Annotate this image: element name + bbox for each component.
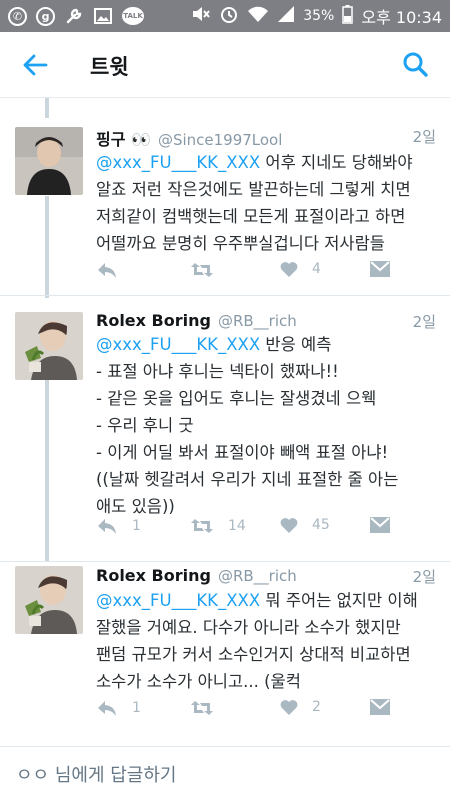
- user-handle[interactable]: @Since1997Lool: [158, 131, 282, 149]
- retweet-button[interactable]: [190, 699, 214, 717]
- envelope-icon: [370, 517, 390, 533]
- battery-percent: 35%: [303, 8, 335, 24]
- user-handle[interactable]: @RB__rich: [218, 312, 297, 330]
- reply-button[interactable]: 1: [96, 517, 141, 535]
- signal-icon: [277, 5, 295, 27]
- tweet-actions: 1 2: [96, 699, 440, 721]
- tweet-header: 핑구 👀 @Since1997Lool 2일: [96, 126, 436, 150]
- tweet[interactable]: 핑구 👀 @Since1997Lool 2일 @xxx_FU___KK_XXX …: [0, 99, 450, 296]
- like-button[interactable]: 45: [280, 517, 330, 533]
- mention-link[interactable]: @xxx_FU___KK_XXX: [96, 153, 260, 172]
- back-arrow-icon[interactable]: [22, 52, 48, 78]
- reply-composer[interactable]: ㅇㅇ 님에게 답글하기: [0, 746, 450, 800]
- system-icons: 35% 오후 10:34: [191, 0, 442, 32]
- envelope-icon: [370, 699, 390, 715]
- tweet[interactable]: Rolex Boring @RB__rich 2일 @xxx_FU___KK_X…: [0, 297, 450, 562]
- message-button[interactable]: [370, 699, 390, 715]
- reply-button[interactable]: [96, 261, 118, 279]
- retweet-button[interactable]: 14: [190, 517, 246, 535]
- search-icon[interactable]: [402, 51, 428, 77]
- like-button[interactable]: 4: [280, 261, 321, 277]
- reply-icon: [98, 519, 116, 534]
- page-title: 트윗: [90, 55, 129, 79]
- wifi-icon: [247, 5, 269, 27]
- clock: 오후 10:34: [361, 8, 442, 27]
- timestamp[interactable]: 2일: [413, 566, 436, 587]
- wrench-icon: [64, 6, 84, 26]
- tweet-actions: 1 14 45: [96, 517, 440, 539]
- retweet-count: 14: [228, 518, 246, 534]
- talk-icon: TALK: [122, 7, 144, 25]
- message-button[interactable]: [370, 517, 390, 533]
- battery-icon: [342, 4, 354, 28]
- message-button[interactable]: [370, 261, 390, 277]
- tweet-header: Rolex Boring @RB__rich 2일: [96, 566, 436, 587]
- like-button[interactable]: 2: [280, 699, 321, 715]
- retweet-button[interactable]: [190, 261, 214, 279]
- mute-icon: [191, 5, 211, 27]
- tweet-text: @xxx_FU___KK_XXX 뭐 주어는 없지만 이해 잘했을 거예요. 다…: [96, 591, 418, 691]
- tweet-text: @xxx_FU___KK_XXX 어후 지네도 당해봐야 알죠 저런 작은것에도…: [96, 153, 413, 253]
- mention-link[interactable]: @xxx_FU___KK_XXX: [96, 591, 260, 610]
- reply-count: 1: [132, 700, 141, 716]
- mention-link[interactable]: @xxx_FU___KK_XXX: [96, 335, 260, 354]
- reply-input[interactable]: ㅇㅇ 님에게 답글하기: [16, 761, 176, 787]
- tweet[interactable]: Rolex Boring @RB__rich 2일 @xxx_FU___KK_X…: [0, 563, 450, 745]
- retweet-icon: [191, 263, 213, 277]
- reply-button[interactable]: 1: [96, 699, 141, 717]
- tweet-text: @xxx_FU___KK_XXX 반응 예측 - 표절 아냐 후니는 넥타이 했…: [96, 335, 399, 516]
- display-name[interactable]: 핑구 👀: [96, 126, 151, 150]
- like-count: 2: [312, 699, 321, 715]
- tweet-actions: 4: [96, 261, 440, 283]
- timestamp[interactable]: 2일: [413, 126, 436, 147]
- app-bar: 트윗: [0, 32, 450, 98]
- display-name[interactable]: Rolex Boring: [96, 566, 211, 585]
- notification-icons: ✆ g TALK: [0, 6, 144, 26]
- heart-icon: [280, 262, 298, 277]
- g-icon: g: [36, 6, 55, 26]
- gallery-icon: [93, 6, 113, 26]
- like-count: 4: [312, 261, 321, 277]
- reply-icon: [98, 701, 116, 716]
- retweet-icon: [191, 519, 213, 533]
- avatar[interactable]: [15, 312, 83, 380]
- tweet-header: Rolex Boring @RB__rich 2일: [96, 311, 436, 332]
- heart-icon: [280, 518, 298, 533]
- display-name[interactable]: Rolex Boring: [96, 311, 211, 330]
- timestamp[interactable]: 2일: [413, 311, 436, 332]
- status-bar: ✆ g TALK 35% 오후 10:34: [0, 0, 450, 32]
- alarm-icon: [219, 4, 239, 28]
- like-count: 45: [312, 517, 330, 533]
- envelope-icon: [370, 261, 390, 277]
- heart-icon: [280, 700, 298, 715]
- phone-icon: ✆: [8, 6, 27, 26]
- reply-icon: [98, 263, 116, 278]
- retweet-icon: [191, 701, 213, 715]
- avatar[interactable]: [15, 566, 83, 634]
- user-handle[interactable]: @RB__rich: [218, 567, 297, 585]
- avatar[interactable]: [15, 127, 83, 195]
- reply-count: 1: [132, 518, 141, 534]
